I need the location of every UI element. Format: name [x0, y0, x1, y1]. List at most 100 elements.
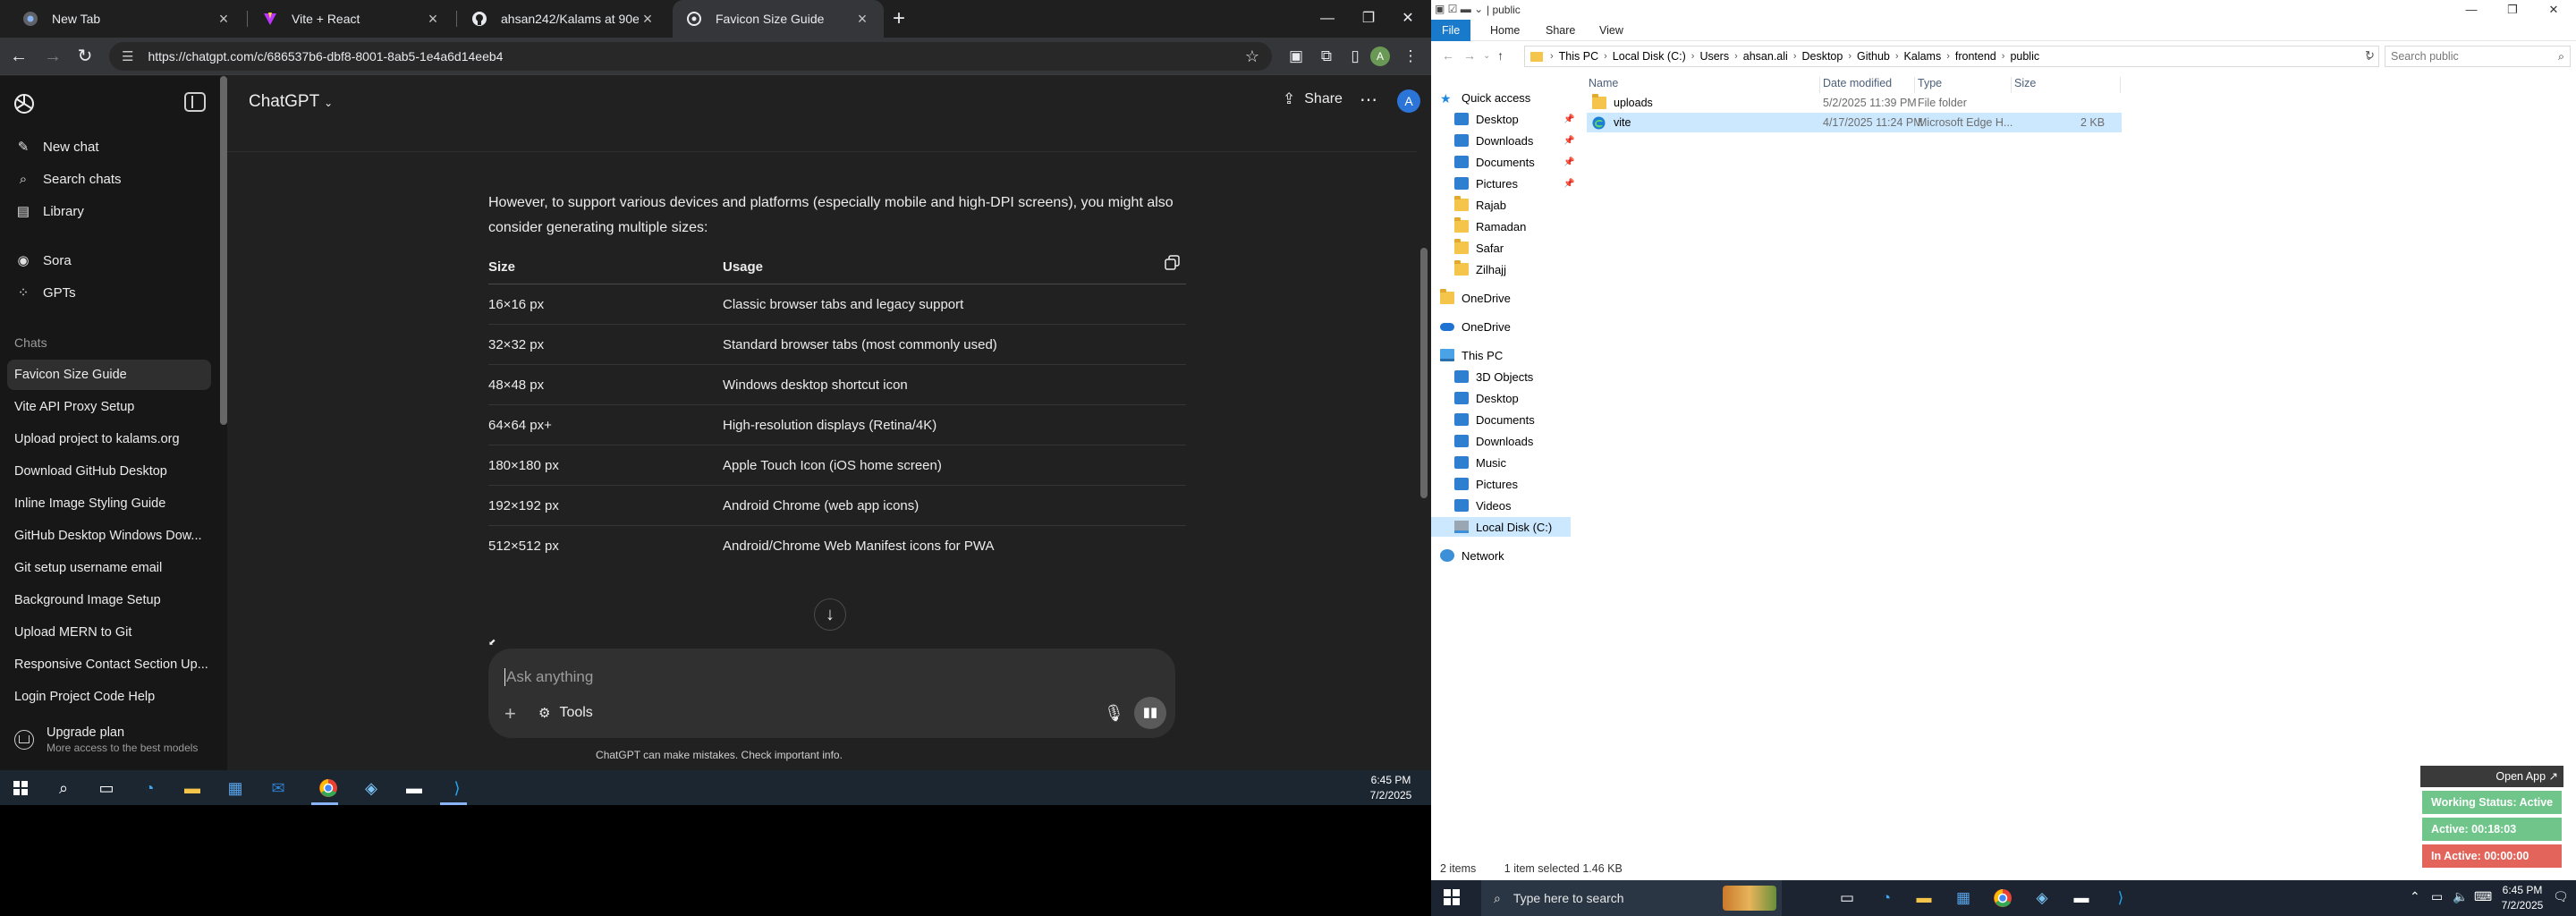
sidebar-toggle-icon[interactable]	[184, 92, 206, 112]
extensions-icon[interactable]: ⧉	[1315, 45, 1338, 68]
up-arrow-icon[interactable]: ↑	[1497, 48, 1504, 63]
restore-icon[interactable]: ❐	[2492, 0, 2533, 20]
breadcrumb[interactable]: frontend	[1955, 50, 1996, 63]
reload-icon[interactable]: ↻	[72, 43, 98, 70]
minimize-icon[interactable]: —	[2451, 0, 2492, 20]
file-row[interactable]: uploads 5/2/2025 11:39 PM File folder	[1587, 93, 2122, 113]
attach-plus-icon[interactable]: +	[504, 702, 516, 725]
voice-mode-icon[interactable]: ▮▮	[1134, 697, 1166, 729]
close-icon[interactable]: ×	[424, 10, 442, 29]
side-panel-icon[interactable]: ▯	[1343, 45, 1367, 68]
system-clock[interactable]: 6:45 PM 7/2/2025	[1360, 773, 1422, 803]
composer[interactable]: Ask anything + ⚙ Tools 🎙 ▮▮	[488, 649, 1175, 738]
reading-list-icon[interactable]: ▣	[1284, 45, 1308, 68]
recent-locations-icon[interactable]: ⌄	[1483, 51, 1490, 61]
chat-item[interactable]: Login Project Code Help	[7, 682, 211, 712]
language-icon[interactable]: ⌨	[2474, 889, 2492, 904]
terminal-icon[interactable]: ▬	[401, 775, 428, 802]
file-explorer-icon[interactable]: ▬	[1911, 886, 1937, 911]
volume-icon[interactable]: 🔈	[2453, 889, 2468, 904]
system-clock[interactable]: 6:45 PM 7/2/2025	[2497, 883, 2547, 913]
search-box[interactable]: Search public ⌕	[2385, 46, 2571, 67]
site-info-icon[interactable]: ☰	[122, 48, 133, 64]
share-button[interactable]: ⇪ Share	[1283, 90, 1343, 108]
file-row[interactable]: vite 4/17/2025 11:24 PM Microsoft Edge H…	[1587, 113, 2122, 132]
task-view-icon[interactable]: ▭	[93, 775, 120, 802]
nav-desktop-pinned[interactable]: Desktop 📌	[1454, 109, 1580, 129]
file-explorer-icon[interactable]: ▬	[179, 775, 206, 802]
nav-this-pc[interactable]: This PC	[1440, 345, 1503, 365]
nav-sora[interactable]: ◉ Sora	[7, 246, 213, 275]
resize-handle-icon[interactable]: ⬋	[488, 638, 496, 648]
chat-item[interactable]: Vite API Proxy Setup	[7, 392, 211, 422]
nav-rajab[interactable]: Rajab	[1454, 195, 1506, 215]
column-header-date[interactable]: Date modified	[1823, 77, 1892, 89]
windows-start-icon[interactable]	[7, 775, 34, 802]
nav-quick-access[interactable]: ★ Quick access	[1440, 88, 1530, 107]
bookmark-star-icon[interactable]: ☆	[1245, 47, 1259, 66]
search-icon[interactable]: ⌕	[50, 775, 77, 802]
chat-item[interactable]: Download GitHub Desktop	[7, 456, 211, 487]
tray-chevron-up-icon[interactable]: ⌃	[2410, 889, 2420, 904]
nav-documents-pinned[interactable]: Documents 📌	[1454, 152, 1580, 172]
breadcrumb[interactable]: ahsan.ali	[1743, 50, 1788, 63]
nav-videos[interactable]: Videos	[1454, 496, 1512, 515]
back-arrow-icon[interactable]: ←	[1442, 48, 1454, 63]
chat-item[interactable]: Git setup username email	[7, 553, 211, 583]
nav-pictures-pinned[interactable]: Pictures 📌	[1454, 174, 1580, 193]
vscode-icon[interactable]: ⟩	[2107, 886, 2134, 911]
breadcrumb[interactable]: This PC	[1559, 50, 1598, 63]
terminal-icon[interactable]: ▬	[2068, 886, 2095, 911]
nav-downloads-pinned[interactable]: Downloads 📌	[1454, 131, 1580, 150]
tab-github-kalams[interactable]: ahsan242/Kalams at 90efe73b... ×	[458, 0, 669, 38]
tools-button[interactable]: ⚙ Tools	[538, 705, 593, 721]
refresh-icon[interactable]: ↻	[2365, 48, 2375, 63]
tab-vite-react[interactable]: Vite + React ×	[249, 0, 454, 38]
maximize-icon[interactable]: ❐	[1349, 0, 1388, 38]
open-app-button[interactable]: Open App ↗	[2420, 766, 2563, 787]
nav-new-chat[interactable]: ✎ New chat	[7, 132, 213, 161]
chat-item[interactable]: GitHub Desktop Windows Dow...	[7, 521, 211, 551]
scroll-down-arrow-icon[interactable]: ↓	[814, 598, 846, 631]
more-options-icon[interactable]: ⋯	[1360, 89, 1377, 111]
breadcrumb[interactable]: Desktop	[1801, 50, 1843, 63]
forward-arrow-icon[interactable]: →	[1463, 48, 1476, 63]
ribbon-tab-home[interactable]: Home	[1479, 20, 1530, 41]
chat-item[interactable]: Upload MERN to Git	[7, 617, 211, 648]
user-avatar[interactable]: A	[1397, 89, 1420, 113]
close-icon[interactable]: ×	[853, 10, 871, 29]
openai-logo-icon[interactable]	[13, 92, 36, 115]
mail-icon[interactable]: ✉	[265, 775, 292, 802]
upgrade-plan-button[interactable]: Upgrade plan More access to the best mod…	[7, 720, 213, 759]
copy-table-icon[interactable]	[1165, 250, 1182, 270]
edge-icon[interactable]: ◔	[136, 775, 163, 802]
nav-onedrive[interactable]: OneDrive	[1440, 317, 1511, 336]
nav-gpts[interactable]: ⁘ GPTs	[7, 278, 213, 307]
tab-new-tab[interactable]: New Tab ×	[9, 0, 245, 38]
tab-favicon-size-guide[interactable]: Favicon Size Guide ×	[673, 0, 884, 38]
column-header-name[interactable]: Name	[1589, 77, 1618, 89]
store-icon[interactable]: ▦	[222, 775, 249, 802]
microphone-icon[interactable]: 🎙	[1104, 704, 1124, 723]
chat-item[interactable]: Upload project to kalams.org	[7, 424, 211, 454]
nav-zilhajj[interactable]: Zilhajj	[1454, 259, 1506, 279]
close-window-icon[interactable]: ✕	[2533, 0, 2574, 20]
quick-access-toolbar-icon[interactable]: ▣ ☑ ▬ ⌄	[1435, 3, 1483, 15]
column-header-size[interactable]: Size	[2014, 77, 2036, 89]
forward-arrow-icon[interactable]: →	[39, 43, 66, 70]
back-arrow-icon[interactable]: ←	[5, 43, 32, 70]
model-selector[interactable]: ChatGPT ⌄	[249, 92, 333, 112]
notification-icon[interactable]: 🗨	[2553, 889, 2569, 904]
nav-search-chats[interactable]: ⌕ Search chats	[7, 165, 213, 193]
github-desktop-icon[interactable]: ◈	[358, 775, 385, 802]
nav-network[interactable]: Network	[1440, 546, 1504, 565]
breadcrumb[interactable]: public	[2010, 50, 2039, 63]
close-icon[interactable]: ×	[215, 10, 233, 29]
main-scrollbar[interactable]	[1420, 248, 1428, 498]
network-tray-icon[interactable]: ▭	[2431, 889, 2443, 904]
new-tab-plus-icon[interactable]: +	[886, 5, 912, 32]
chrome-taskbar-icon[interactable]	[1989, 886, 2016, 911]
chrome-taskbar-icon[interactable]	[315, 775, 342, 802]
minimize-icon[interactable]: —	[1308, 0, 1347, 38]
composer-placeholder[interactable]: Ask anything	[506, 668, 593, 686]
